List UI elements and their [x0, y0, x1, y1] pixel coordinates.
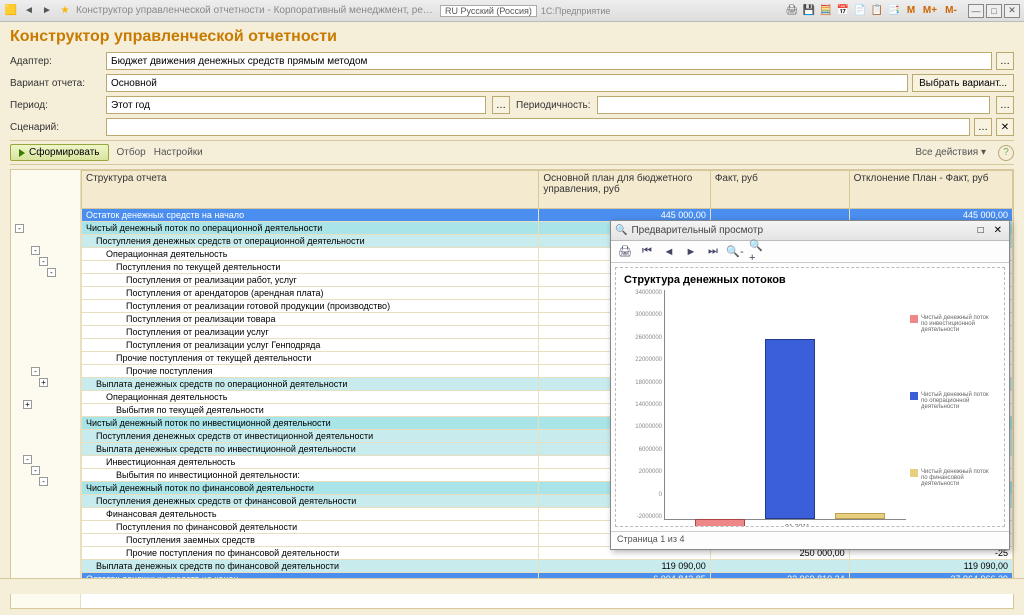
- adapter-label: Адаптер:: [10, 56, 100, 67]
- tree-toggle[interactable]: -: [31, 367, 40, 376]
- minimize-button[interactable]: —: [968, 4, 984, 18]
- scenario-select-button[interactable]: …: [974, 118, 992, 136]
- preview-titlebar[interactable]: 🔍 Предварительный просмотр □ ✕: [611, 221, 1009, 241]
- variant-label: Вариант отчета:: [10, 78, 100, 89]
- variant-input[interactable]: [106, 74, 908, 92]
- preview-next-icon[interactable]: ►: [683, 244, 699, 260]
- filters-panel: Адаптер: … Вариант отчета: Выбрать вариа…: [10, 52, 1014, 136]
- back-icon[interactable]: ◄: [22, 4, 36, 18]
- preview-icon: 🔍: [615, 225, 627, 236]
- chart-yaxis: 3400000030000000260000002200000018000000…: [624, 290, 664, 520]
- adapter-input[interactable]: [106, 52, 992, 70]
- preview-status: Страница 1 из 4: [611, 531, 1009, 549]
- tree-toggle[interactable]: -: [31, 466, 40, 475]
- periodicity-select-button[interactable]: …: [996, 96, 1014, 114]
- scenario-input[interactable]: [106, 118, 970, 136]
- toolbar-icons: 🖨 💾 🧮 📅 📄 📋 📑 M M+ M-: [785, 4, 960, 18]
- tree-toggle[interactable]: -: [39, 257, 48, 266]
- tree-toggle[interactable]: -: [23, 455, 32, 464]
- print-icon[interactable]: 🖨: [785, 4, 799, 18]
- periodicity-input[interactable]: [597, 96, 990, 114]
- adapter-select-button[interactable]: …: [996, 52, 1014, 70]
- preview-prev-icon[interactable]: ◄: [661, 244, 677, 260]
- preview-first-icon[interactable]: ⏮: [639, 244, 655, 260]
- tree-toggle[interactable]: +: [23, 400, 32, 409]
- doc3-icon[interactable]: 📑: [887, 4, 901, 18]
- app-name: 1С:Предприятие: [541, 4, 610, 18]
- fwd-icon[interactable]: ►: [40, 4, 54, 18]
- period-select-button[interactable]: …: [492, 96, 510, 114]
- chart: 3400000030000000260000002200000018000000…: [624, 290, 996, 520]
- chart-bar-invest: [695, 519, 745, 527]
- maximize-button[interactable]: □: [986, 4, 1002, 18]
- preview-zoom-out-icon[interactable]: 🔍-: [727, 244, 743, 260]
- col-delta[interactable]: Отклонение План - Факт, руб: [849, 171, 1012, 209]
- doc2-icon[interactable]: 📋: [870, 4, 884, 18]
- period-label: Период:: [10, 100, 100, 111]
- preview-toolbar: 🖨 ⏮ ◄ ► ⏭ 🔍- 🔍+: [611, 241, 1009, 263]
- window-title: Конструктор управленческой отчетности - …: [76, 5, 436, 16]
- run-label: Сформировать: [29, 147, 100, 158]
- preview-last-icon[interactable]: ⏭: [705, 244, 721, 260]
- chart-xlabel: 01.2011: [785, 524, 810, 527]
- tree-toggle[interactable]: -: [31, 246, 40, 255]
- action-toolbar: Сформировать Отбор Настройки Все действи…: [10, 140, 1014, 165]
- titlebar: 🟨 ◄ ► ★ Конструктор управленческой отчет…: [0, 0, 1024, 22]
- doc-icon[interactable]: 📄: [853, 4, 867, 18]
- tree-toggle[interactable]: -: [39, 477, 48, 486]
- filter-tab[interactable]: Отбор: [117, 147, 146, 158]
- star-icon[interactable]: ★: [58, 4, 72, 18]
- chart-title: Структура денежных потоков: [624, 274, 996, 286]
- chart-plot: 01.2011: [664, 290, 906, 520]
- calc-icon[interactable]: 🧮: [819, 4, 833, 18]
- chart-legend: Чистый денежный поток по инвестиционной …: [906, 290, 996, 520]
- preview-body: Структура денежных потоков 3400000030000…: [615, 267, 1005, 527]
- m-plus-button[interactable]: M+: [921, 4, 939, 18]
- periodicity-label: Периодичность:: [516, 100, 591, 111]
- run-button[interactable]: Сформировать: [10, 144, 109, 161]
- chart-bar-financial: [835, 513, 885, 519]
- preview-close-button[interactable]: ✕: [991, 225, 1005, 236]
- preview-print-icon[interactable]: 🖨: [617, 244, 633, 260]
- play-icon: [19, 149, 25, 157]
- col-fact[interactable]: Факт, руб: [710, 171, 849, 209]
- calendar-icon[interactable]: 📅: [836, 4, 850, 18]
- col-structure[interactable]: Структура отчета: [82, 171, 539, 209]
- scenario-clear-button[interactable]: ✕: [996, 118, 1014, 136]
- m-button[interactable]: M: [904, 4, 918, 18]
- preview-title: Предварительный просмотр: [631, 225, 970, 236]
- preview-zoom-in-icon[interactable]: 🔍+: [749, 244, 765, 260]
- m-minus-button[interactable]: M-: [942, 4, 960, 18]
- page-title: Конструктор управленческой отчетности: [10, 28, 1014, 46]
- chart-bar-operational: [765, 339, 815, 519]
- tree-toggle[interactable]: -: [47, 268, 56, 277]
- language-selector[interactable]: RU Русский (Россия): [440, 5, 537, 17]
- col-plan[interactable]: Основной план для бюджетного управления,…: [539, 171, 711, 209]
- settings-tab[interactable]: Настройки: [154, 147, 203, 158]
- help-button[interactable]: ?: [998, 145, 1014, 161]
- print-preview-window[interactable]: 🔍 Предварительный просмотр □ ✕ 🖨 ⏮ ◄ ► ⏭…: [610, 220, 1010, 550]
- all-actions-menu[interactable]: Все действия ▾: [915, 147, 986, 158]
- tree-toggle[interactable]: -: [15, 224, 24, 233]
- save-icon[interactable]: 💾: [802, 4, 816, 18]
- outline-tree[interactable]: - - - - - + + - - -: [11, 170, 81, 608]
- preview-maximize-button[interactable]: □: [975, 225, 987, 236]
- table-row[interactable]: Выплата денежных средств по финансовой д…: [82, 560, 1013, 573]
- tree-toggle[interactable]: +: [39, 378, 48, 387]
- window-controls: — □ ✕: [968, 4, 1020, 18]
- scenario-label: Сценарий:: [10, 122, 100, 133]
- close-button[interactable]: ✕: [1004, 4, 1020, 18]
- period-input[interactable]: [106, 96, 486, 114]
- app-icon: 🟨: [4, 4, 18, 18]
- statusbar: [0, 578, 1024, 594]
- variant-select-button[interactable]: Выбрать вариант...: [912, 74, 1014, 92]
